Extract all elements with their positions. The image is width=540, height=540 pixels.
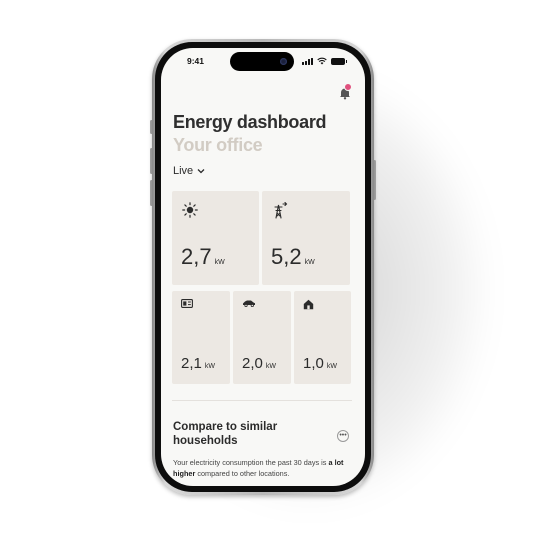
- house-unit: kW: [326, 363, 337, 370]
- wifi-icon: [317, 57, 327, 65]
- dynamic-island: [230, 52, 294, 71]
- power-pylon-icon: [274, 202, 288, 219]
- battery-tile[interactable]: 2,1 kW: [172, 291, 230, 384]
- car-icon: [243, 300, 255, 307]
- grid-value: 5,2 kW: [271, 244, 315, 269]
- status-time: 9:41: [187, 56, 205, 66]
- grid-power-tile[interactable]: 5,2 kW: [262, 191, 350, 285]
- ev-unit: kW: [265, 363, 276, 370]
- house-consumption-tile[interactable]: 1,0 kW: [294, 291, 351, 384]
- notification-badge: [344, 83, 352, 91]
- more-options-button[interactable]: •••: [337, 430, 349, 442]
- page-title: Energy dashboard: [173, 112, 327, 132]
- app-screen: 9:41 Energy dashboard Your office Live 2…: [161, 48, 365, 486]
- ev-charging-tile[interactable]: 2,0 kW: [233, 291, 291, 384]
- solar-value: 2,7 kW: [181, 244, 225, 269]
- battery-icon: [331, 57, 347, 65]
- battery-value: 2,1 kW: [181, 355, 215, 372]
- status-indicators: [302, 57, 347, 65]
- cellular-signal-icon: [302, 57, 313, 65]
- mode-dropdown[interactable]: Live: [173, 165, 205, 177]
- mode-dropdown-label: Live: [173, 165, 194, 177]
- house-icon: [303, 299, 314, 310]
- battery-device-icon: [181, 299, 193, 308]
- location-subtitle: Your office: [173, 135, 263, 155]
- battery-unit: kW: [204, 363, 215, 370]
- chevron-down-icon: [197, 169, 205, 174]
- sun-icon: [182, 202, 198, 218]
- compare-description: Your electricity consumption the past 30…: [173, 458, 344, 478]
- grid-unit: kW: [304, 259, 315, 266]
- ev-value: 2,0 kW: [242, 355, 276, 372]
- more-dots-icon: •••: [339, 432, 347, 439]
- house-value: 1,0 kW: [303, 355, 337, 372]
- solar-production-tile[interactable]: 2,7 kW: [172, 191, 259, 285]
- section-divider: [172, 400, 352, 401]
- solar-unit: kW: [214, 259, 225, 266]
- compare-title: Compare to similar households: [173, 421, 278, 447]
- camera-icon: [280, 58, 287, 65]
